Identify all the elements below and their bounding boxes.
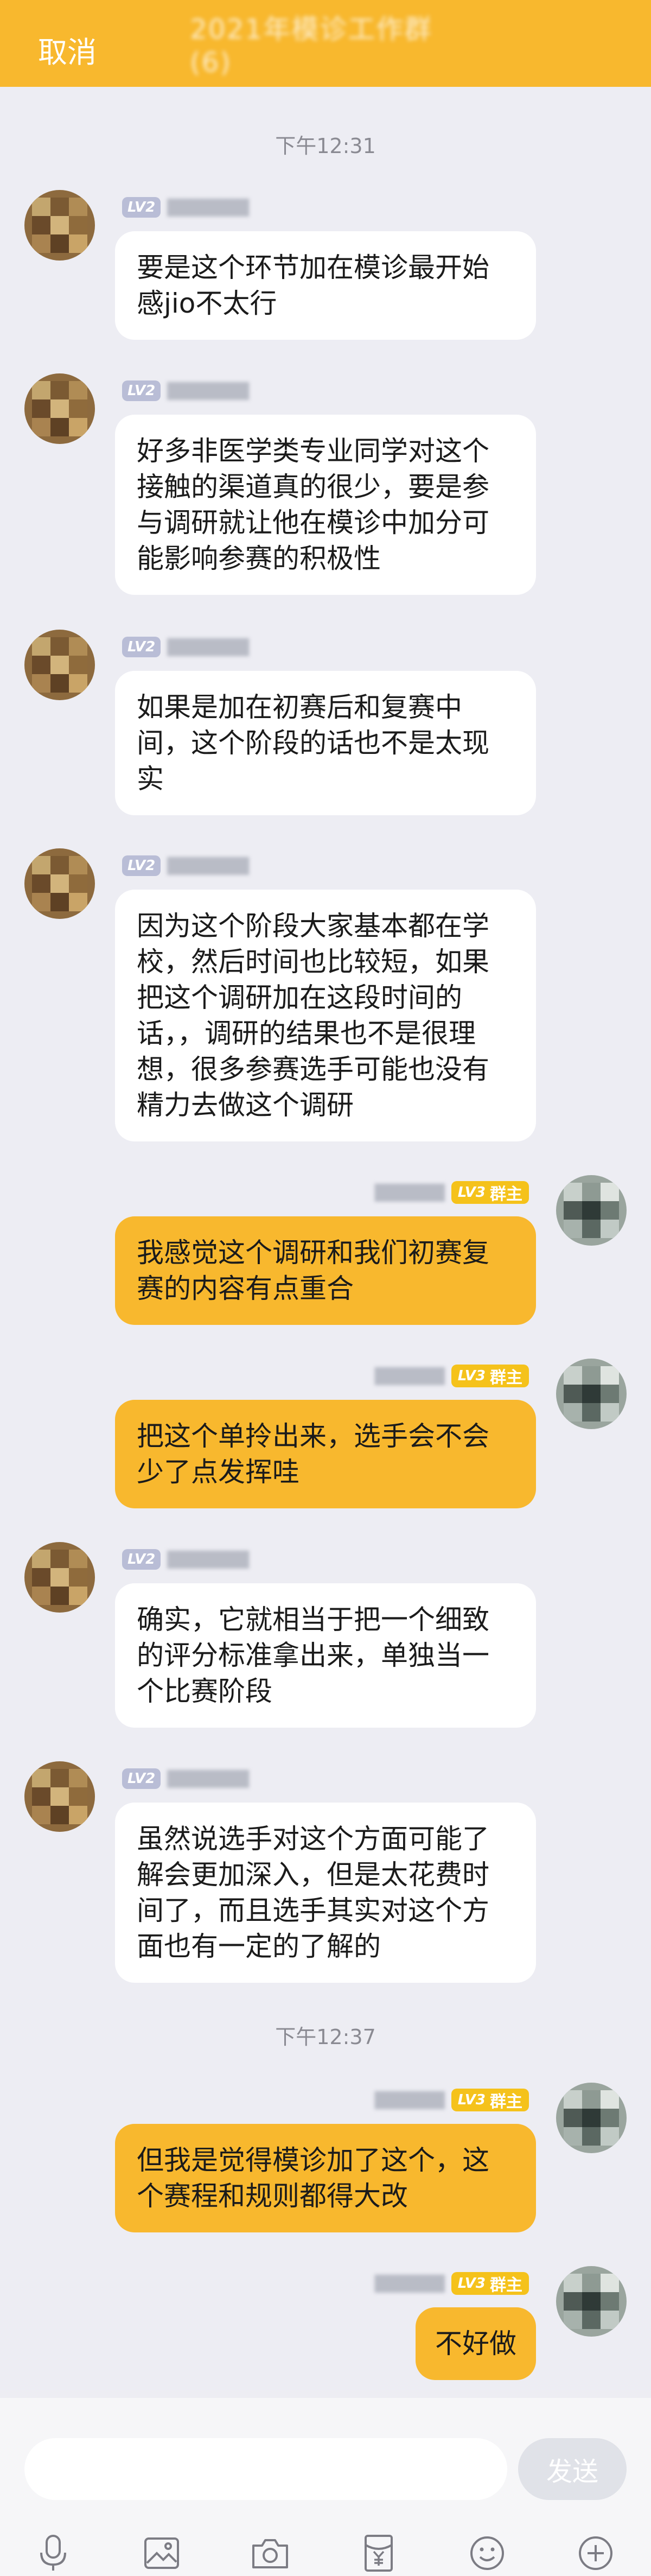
top-bar: 取消 2021年模诊工作群(6) — [0, 0, 651, 87]
avatar[interactable] — [556, 2266, 627, 2337]
message-bubble[interactable]: 但我是觉得模诊加了这个，这个赛程和规则都得大改 — [115, 2124, 536, 2232]
avatar[interactable] — [24, 630, 95, 700]
plus-icon[interactable] — [574, 2531, 617, 2575]
level-badge: LV2 — [122, 380, 161, 401]
microphone-icon[interactable] — [31, 2531, 75, 2575]
sender-meta: LV3 群主 ██████ — [374, 1181, 529, 1204]
sender-meta: LV2 ███████ — [122, 1549, 249, 1570]
sender-name-blurred: ██████ — [374, 1183, 445, 1202]
sender-meta: LV2 ███████ — [122, 855, 249, 877]
image-icon[interactable] — [140, 2531, 183, 2575]
message-bubble[interactable]: 不好做 — [416, 2307, 536, 2380]
level-badge: LV2 — [122, 1768, 161, 1789]
message-input[interactable] — [24, 2438, 507, 2500]
avatar[interactable] — [556, 2083, 627, 2153]
avatar[interactable] — [556, 1175, 627, 1246]
red-packet-icon[interactable] — [357, 2531, 400, 2575]
message-bubble[interactable]: 要是这个环节加在模诊最开始感jio不太行 — [115, 231, 536, 340]
avatar[interactable] — [24, 373, 95, 444]
chat-title-text: 2021年模诊工作群(6) — [190, 14, 433, 78]
timestamp: 下午12:31 — [275, 134, 376, 158]
cancel-button[interactable]: 取消 — [38, 28, 97, 71]
avatar[interactable] — [556, 1359, 627, 1429]
message-bubble[interactable]: 虽然说选手对这个方面可能了解会更加深入，但是太花费时间了，而且选手其实对这个方面… — [115, 1803, 536, 1983]
avatar[interactable] — [24, 190, 95, 261]
message-bubble[interactable]: 因为这个阶段大家基本都在学校，然后时间也比较短，如果把这个调研加在这段时间的话，… — [115, 890, 536, 1141]
input-bar: 发送 — [0, 2398, 651, 2576]
level-badge: LV2 — [122, 855, 161, 876]
message-bubble[interactable]: 好多非医学类专业同学对这个接触的渠道真的很少，要是参与调研就让他在模诊中加分可能… — [115, 415, 536, 595]
sender-name-blurred: ███████ — [167, 856, 249, 875]
sender-meta: LV2 ███████ — [122, 636, 249, 658]
send-button[interactable]: 发送 — [518, 2438, 627, 2500]
sender-name-blurred: ██████ — [374, 2274, 445, 2293]
sender-meta: LV3 群主 ██████ — [375, 1365, 529, 1387]
sender-name-blurred: ███████ — [167, 1769, 249, 1788]
message-bubble[interactable]: 确实，它就相当于把一个细致的评分标准拿出来，单独当一个比赛阶段 — [115, 1583, 536, 1728]
owner-badge: LV3 群主 — [451, 1365, 529, 1387]
timestamp: 下午12:37 — [275, 2025, 376, 2049]
sender-meta: LV2 ███████ — [122, 1768, 249, 1790]
sender-meta: LV3 群主 ██████ — [374, 2272, 529, 2295]
sender-name-blurred: ███████ — [167, 198, 249, 217]
message-bubble[interactable]: 如果是加在初赛后和复赛中间，这个阶段的话也不是太现实 — [115, 671, 536, 815]
owner-badge: LV3 群主 — [451, 2089, 529, 2111]
sender-name-blurred: ███████ — [167, 1550, 249, 1569]
owner-badge: LV3 群主 — [451, 2272, 529, 2295]
chat-title: 2021年模诊工作群(6) — [190, 14, 472, 78]
message-bubble[interactable]: 我感觉这个调研和我们初赛复赛的内容有点重合 — [115, 1216, 536, 1325]
camera-icon[interactable] — [248, 2531, 292, 2575]
sender-name-blurred: ██████ — [374, 1367, 445, 1385]
sender-name-blurred: ███████ — [167, 638, 249, 656]
level-badge: LV2 — [122, 197, 161, 218]
message-bubble[interactable]: 把这个单拎出来，选手会不会少了点发挥哇 — [115, 1400, 536, 1508]
sender-meta: LV2 ███████ — [122, 380, 249, 402]
level-badge: LV2 — [122, 637, 161, 657]
emoji-icon[interactable] — [465, 2531, 509, 2575]
sender-meta: LV2 ███████ — [122, 196, 249, 218]
owner-badge: LV3 群主 — [451, 1181, 529, 1204]
sender-name-blurred: ██████ — [374, 2091, 445, 2109]
avatar[interactable] — [24, 1761, 95, 1832]
avatar[interactable] — [24, 848, 95, 919]
avatar[interactable] — [24, 1542, 95, 1613]
sender-name-blurred: ███████ — [167, 382, 249, 400]
sender-meta: LV3 群主 ██████ — [375, 2089, 529, 2111]
level-badge: LV2 — [122, 1549, 161, 1570]
